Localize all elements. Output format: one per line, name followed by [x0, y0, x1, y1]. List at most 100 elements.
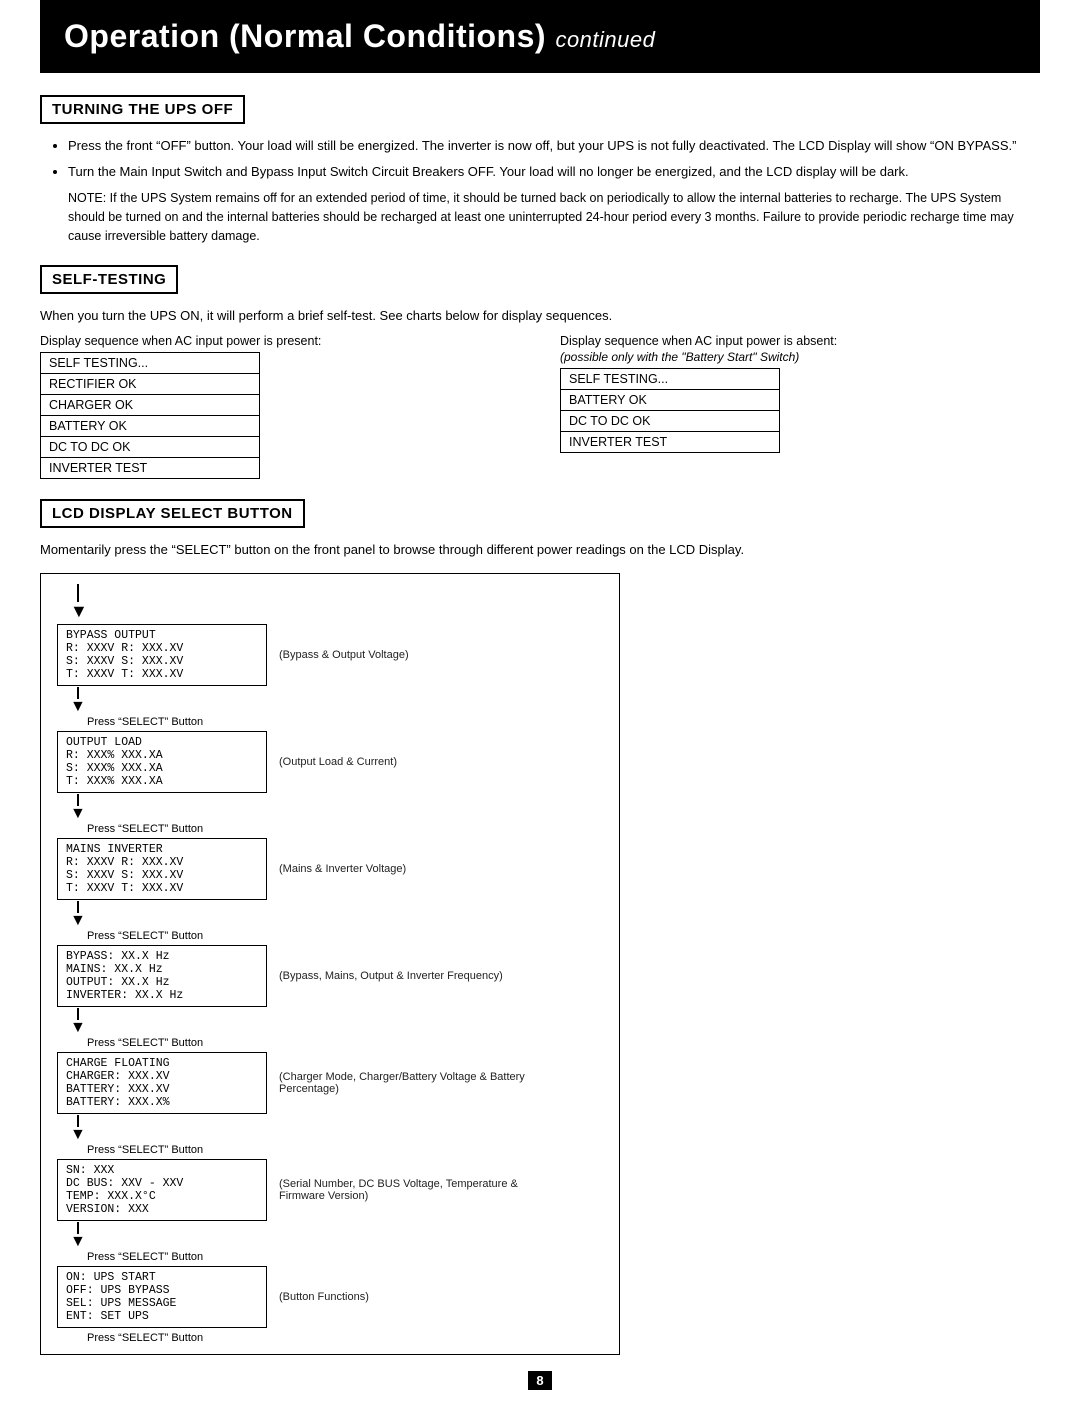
- flow-box-line: DC BUS: XXV - XXV: [66, 1177, 258, 1190]
- flow-box-line: R: XXX% XXX.XA: [66, 749, 258, 762]
- press-select-label: Press “SELECT” Button: [87, 716, 203, 728]
- bullet-1: Press the front “OFF” button. Your load …: [68, 136, 1040, 156]
- right-seq-table: SELF TESTING...BATTERY OKDC TO DC OKINVE…: [560, 368, 780, 453]
- lcd-section: LCD DISPLAY SELECT BUTTON Momentarily pr…: [40, 499, 1040, 1356]
- flow-box: CHARGE FLOATINGCHARGER: XXX.XVBATTERY: X…: [57, 1052, 267, 1114]
- right-table-sublabel: (possible only with the "Battery Start" …: [560, 350, 1040, 364]
- seq-table-cell: INVERTER TEST: [41, 457, 260, 478]
- left-table-label: Display sequence when AC input power is …: [40, 334, 520, 348]
- flow-arrow: ▼Press “SELECT” Button: [57, 1008, 603, 1051]
- press-select-label: Press “SELECT” Button: [87, 823, 203, 835]
- turning-off-header: TURNING THE UPS OFF: [40, 95, 245, 124]
- flow-box-line: OUTPUT LOAD: [66, 736, 258, 749]
- flow-box-line: CHARGER: XXX.XV: [66, 1070, 258, 1083]
- flow-box: ON: UPS STARTOFF: UPS BYPASSSEL: UPS MES…: [57, 1266, 267, 1328]
- flow-side-note: (Mains & Inverter Voltage): [279, 863, 406, 875]
- flow-side-note: (Bypass & Output Voltage): [279, 649, 409, 661]
- turning-off-bullets: Press the front “OFF” button. Your load …: [68, 136, 1040, 181]
- flow-side-note: (Charger Mode, Charger/Battery Voltage &…: [279, 1071, 559, 1095]
- flow-box: SN: XXXDC BUS: XXV - XXVTEMP: XXX.X°CVER…: [57, 1159, 267, 1221]
- flow-box: BYPASS: XX.X HzMAINS: XX.X HzOUTPUT: XX.…: [57, 945, 267, 1007]
- seq-table-cell: RECTIFIER OK: [41, 373, 260, 394]
- self-testing-tables: Display sequence when AC input power is …: [40, 334, 1040, 479]
- flow-box-line: MAINS INVERTER: [66, 843, 258, 856]
- flow-arrow: ▼Press “SELECT” Button: [57, 901, 603, 944]
- continued-text: continued: [555, 27, 655, 52]
- seq-table-cell: SELF TESTING...: [561, 368, 780, 389]
- page-number: 8: [528, 1371, 551, 1390]
- press-select-label: Press “SELECT” Button: [87, 1037, 203, 1049]
- flow-arrow: ▼Press “SELECT” Button: [57, 1222, 603, 1265]
- flow-box-line: ON: UPS START: [66, 1271, 258, 1284]
- lcd-section-header: LCD DISPLAY SELECT BUTTON: [40, 499, 305, 528]
- flow-block-row: MAINS INVERTERR: XXXV R: XXX.XVS: XXXV S…: [57, 838, 603, 900]
- flow-box-line: CHARGE FLOATING: [66, 1057, 258, 1070]
- bullet-2: Turn the Main Input Switch and Bypass In…: [68, 162, 1040, 182]
- press-select-label: Press “SELECT” Button: [87, 1144, 203, 1156]
- turning-off-label: TURNING THE UPS OFF: [52, 101, 233, 118]
- flow-side-note: (Serial Number, DC BUS Voltage, Temperat…: [279, 1178, 559, 1202]
- flow-box-line: BYPASS: XX.X Hz: [66, 950, 258, 963]
- seq-table-cell: SELF TESTING...: [41, 352, 260, 373]
- flow-box-line: OFF: UPS BYPASS: [66, 1284, 258, 1297]
- flow-side-note: (Output Load & Current): [279, 756, 397, 768]
- left-table-col: Display sequence when AC input power is …: [40, 334, 520, 479]
- left-seq-table: SELF TESTING...RECTIFIER OKCHARGER OKBAT…: [40, 352, 260, 479]
- flow-block-row: OUTPUT LOADR: XXX% XXX.XAS: XXX% XXX.XAT…: [57, 731, 603, 793]
- right-table-label: Display sequence when AC input power is …: [560, 334, 1040, 348]
- self-testing-desc: When you turn the UPS ON, it will perfor…: [40, 306, 1040, 326]
- flow-block-row: BYPASS: XX.X HzMAINS: XX.X HzOUTPUT: XX.…: [57, 945, 603, 1007]
- seq-table-cell: BATTERY OK: [41, 415, 260, 436]
- page-number-container: 8: [40, 1373, 1040, 1388]
- flow-box-line: ENT: SET UPS: [66, 1310, 258, 1323]
- flow-arrow: ▼Press “SELECT” Button: [57, 1115, 603, 1158]
- flow-block-row: SN: XXXDC BUS: XXV - XXVTEMP: XXX.X°CVER…: [57, 1159, 603, 1221]
- seq-table-cell: INVERTER TEST: [561, 431, 780, 452]
- flow-arrow: ▼Press “SELECT” Button: [57, 687, 603, 730]
- flow-box-line: VERSION: XXX: [66, 1203, 258, 1216]
- flow-block-row: ON: UPS STARTOFF: UPS BYPASSSEL: UPS MES…: [57, 1266, 603, 1328]
- flow-side-note: (Button Functions): [279, 1291, 369, 1303]
- flow-block-row: BYPASS OUTPUTR: XXXV R: XXX.XVS: XXXV S:…: [57, 624, 603, 686]
- flow-diagram: ▼ BYPASS OUTPUTR: XXXV R: XXX.XVS: XXXV …: [40, 573, 620, 1355]
- flow-box-line: OUTPUT: XX.X Hz: [66, 976, 258, 989]
- seq-table-cell: DC TO DC OK: [41, 436, 260, 457]
- flow-box-line: R: XXXV R: XXX.XV: [66, 642, 258, 655]
- seq-table-cell: DC TO DC OK: [561, 410, 780, 431]
- flow-box-line: BATTERY: XXX.XV: [66, 1083, 258, 1096]
- flow-box: OUTPUT LOADR: XXX% XXX.XAS: XXX% XXX.XAT…: [57, 731, 267, 793]
- flow-box-line: S: XXXV S: XXX.XV: [66, 655, 258, 668]
- flow-box-line: SEL: UPS MESSAGE: [66, 1297, 258, 1310]
- flow-arrow: ▼Press “SELECT” Button: [57, 794, 603, 837]
- flow-box-line: T: XXX% XXX.XA: [66, 775, 258, 788]
- self-testing-header: SELF-TESTING: [40, 265, 178, 294]
- flow-box: MAINS INVERTERR: XXXV R: XXX.XVS: XXXV S…: [57, 838, 267, 900]
- flow-side-note: (Bypass, Mains, Output & Inverter Freque…: [279, 970, 503, 982]
- lcd-desc: Momentarily press the “SELECT” button on…: [40, 540, 1040, 560]
- seq-table-cell: BATTERY OK: [561, 389, 780, 410]
- right-table-col: Display sequence when AC input power is …: [560, 334, 1040, 479]
- press-select-label: Press “SELECT” Button: [87, 930, 203, 942]
- lcd-section-label: LCD DISPLAY SELECT BUTTON: [52, 505, 293, 522]
- flow-box: BYPASS OUTPUTR: XXXV R: XXX.XVS: XXXV S:…: [57, 624, 267, 686]
- page-header: Operation (Normal Conditions) continued: [40, 0, 1040, 73]
- title-text: Operation (Normal Conditions): [64, 18, 546, 54]
- flow-box-line: S: XXXV S: XXX.XV: [66, 869, 258, 882]
- turning-off-note: NOTE: If the UPS System remains off for …: [68, 189, 1040, 245]
- flow-box-line: INVERTER: XX.X Hz: [66, 989, 258, 1002]
- self-testing-label: SELF-TESTING: [52, 271, 166, 288]
- flow-box-line: R: XXXV R: XXX.XV: [66, 856, 258, 869]
- flow-block-row: CHARGE FLOATINGCHARGER: XXX.XVBATTERY: X…: [57, 1052, 603, 1114]
- press-select-label-last: Press “SELECT” Button: [87, 1332, 603, 1344]
- flow-box-line: SN: XXX: [66, 1164, 258, 1177]
- self-testing-section: SELF-TESTING When you turn the UPS ON, i…: [40, 265, 1040, 479]
- flow-box-line: T: XXXV T: XXX.XV: [66, 668, 258, 681]
- page-title: Operation (Normal Conditions) continued: [64, 18, 1016, 55]
- flow-box-line: TEMP: XXX.X°C: [66, 1190, 258, 1203]
- flow-box-line: BYPASS OUTPUT: [66, 629, 258, 642]
- flow-box-line: T: XXXV T: XXX.XV: [66, 882, 258, 895]
- page: Operation (Normal Conditions) continued …: [0, 0, 1080, 1428]
- turning-off-section: TURNING THE UPS OFF Press the front “OFF…: [40, 95, 1040, 245]
- seq-table-cell: CHARGER OK: [41, 394, 260, 415]
- flow-box-line: MAINS: XX.X Hz: [66, 963, 258, 976]
